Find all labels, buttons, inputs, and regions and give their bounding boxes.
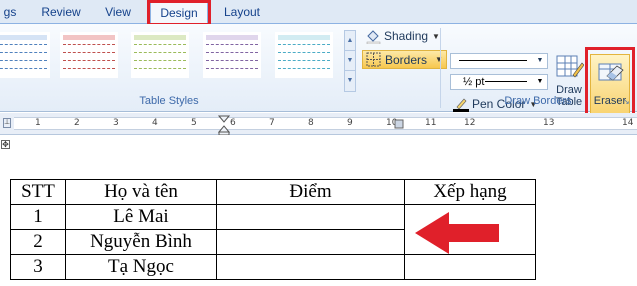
ruler-number: 1 bbox=[35, 118, 41, 128]
cell-name[interactable]: Lê Mai bbox=[65, 204, 217, 230]
ribbon-tab-bar: gs Review View Design Layout bbox=[0, 0, 637, 25]
line-weight-dropdown[interactable]: ½ pt ▼ bbox=[450, 74, 548, 90]
draw-table-icon bbox=[556, 55, 585, 78]
cell-stt[interactable]: 1 bbox=[10, 204, 66, 230]
table-styles-group-label: Table Styles bbox=[139, 95, 199, 107]
ruler-number: 3 bbox=[113, 118, 119, 128]
header-score[interactable]: Điểm bbox=[216, 179, 405, 205]
column-marker-icon[interactable] bbox=[394, 119, 404, 129]
table-style-red-thumb[interactable] bbox=[60, 32, 118, 78]
chevron-down-icon: ▼ bbox=[536, 57, 544, 64]
cell-name[interactable]: Nguyễn Bình bbox=[65, 229, 217, 255]
ribbon-design: ▲ ▼ ▼ Shading ▼ Borders ▼ Table Styles ▼… bbox=[0, 24, 637, 120]
header-rank[interactable]: Xếp hạng bbox=[404, 179, 536, 205]
borders-icon bbox=[366, 52, 381, 67]
header-stt[interactable]: STT bbox=[10, 179, 66, 205]
cell-stt[interactable]: 3 bbox=[10, 254, 66, 280]
ruler-number: 8 bbox=[308, 118, 314, 128]
ruler-number: 6 bbox=[230, 118, 236, 128]
tab-review[interactable]: Review bbox=[36, 0, 86, 24]
table-style-aqua-thumb[interactable] bbox=[275, 32, 333, 78]
table-row: 3 Tạ Ngọc bbox=[10, 254, 536, 280]
horizontal-ruler: ⊥ 1 2 3 4 5 6 7 8 9 10 11 12 13 14 bbox=[0, 113, 637, 135]
chevron-down-icon: ▼ bbox=[432, 31, 440, 41]
chevron-down-icon: ▼ bbox=[435, 55, 443, 64]
ruler-number: 14 bbox=[622, 118, 634, 128]
cell-score[interactable] bbox=[216, 204, 405, 230]
tab-view[interactable]: View bbox=[96, 0, 140, 24]
cell-score[interactable] bbox=[216, 254, 405, 280]
ruler-number: 12 bbox=[464, 118, 476, 128]
paint-bucket-icon bbox=[366, 30, 381, 44]
table-style-blue-thumb[interactable] bbox=[0, 32, 50, 78]
tab-layout[interactable]: Layout bbox=[216, 0, 268, 24]
shading-button[interactable]: Shading ▼ bbox=[365, 28, 440, 44]
group-separator bbox=[440, 28, 441, 108]
tab-selector-icon[interactable]: ⊥ bbox=[3, 118, 11, 128]
line-style-dropdown[interactable]: ▼ bbox=[450, 53, 548, 69]
table-style-purple-thumb[interactable] bbox=[203, 32, 261, 78]
line-style-sample bbox=[459, 60, 527, 61]
ruler-number: 7 bbox=[269, 118, 275, 128]
ruler-track[interactable]: 1 2 3 4 5 6 7 8 9 10 11 12 13 14 bbox=[14, 117, 637, 130]
gallery-up-icon[interactable]: ▲ bbox=[345, 31, 355, 51]
ruler-number: 9 bbox=[347, 118, 353, 128]
cell-stt[interactable]: 2 bbox=[10, 229, 66, 255]
red-pointer-arrow bbox=[415, 212, 499, 254]
tab-design[interactable]: Design bbox=[150, 0, 208, 25]
cell-score[interactable] bbox=[216, 229, 405, 255]
table-header-row: STT Họ và tên Điểm Xếp hạng bbox=[10, 179, 536, 205]
ruler-number: 4 bbox=[152, 118, 158, 128]
gallery-down-icon[interactable]: ▼ bbox=[345, 51, 355, 71]
draw-borders-group-label: Draw Borders bbox=[504, 95, 572, 107]
chevron-down-icon: ▼ bbox=[536, 78, 544, 85]
indent-marker-icon[interactable] bbox=[218, 115, 230, 135]
borders-label: Borders bbox=[385, 52, 428, 67]
table-style-green-thumb[interactable] bbox=[131, 32, 189, 78]
table-move-handle-icon[interactable]: ✥ bbox=[1, 140, 10, 149]
shading-label: Shading bbox=[384, 29, 429, 43]
tab-mailings[interactable]: gs bbox=[0, 0, 20, 24]
borders-button[interactable]: Borders ▼ bbox=[362, 50, 447, 69]
ruler-number: 2 bbox=[74, 118, 80, 128]
header-name[interactable]: Họ và tên bbox=[65, 179, 217, 205]
line-weight-sample bbox=[485, 81, 527, 82]
dialog-launcher-icon[interactable]: ↘ bbox=[623, 98, 631, 106]
line-weight-value: ½ pt bbox=[463, 76, 485, 88]
gallery-scrollbar[interactable]: ▲ ▼ ▼ bbox=[344, 30, 356, 92]
cell-rank[interactable] bbox=[404, 254, 536, 280]
cell-name[interactable]: Tạ Ngọc bbox=[65, 254, 217, 280]
gallery-more-icon[interactable]: ▼ bbox=[345, 71, 355, 91]
eraser-icon bbox=[598, 63, 624, 81]
ruler-number: 13 bbox=[543, 118, 555, 128]
ruler-number: 5 bbox=[191, 118, 197, 128]
ruler-number: 11 bbox=[425, 118, 437, 128]
